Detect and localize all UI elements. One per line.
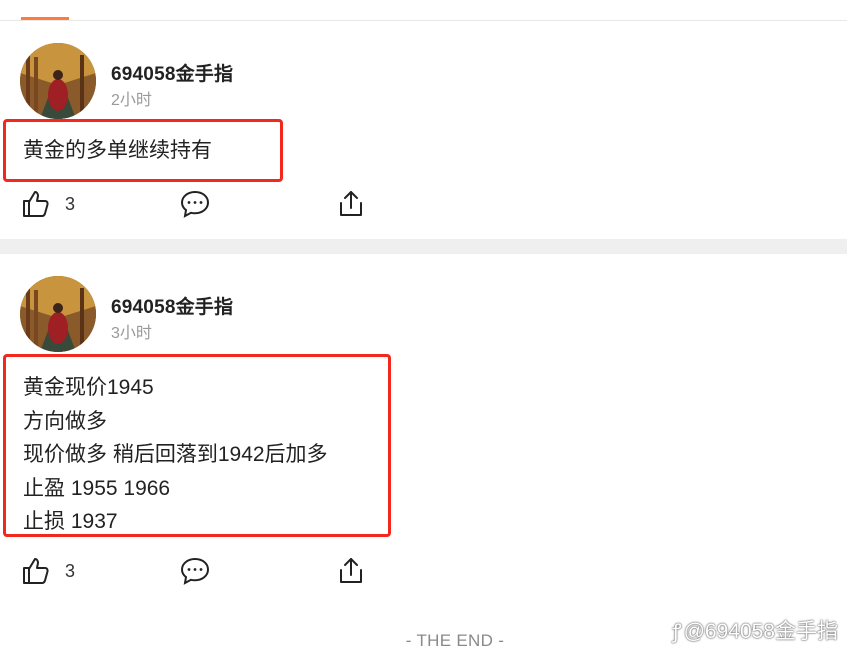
post-content: 黄金现价1945 方向做多 现价做多 稍后回落到1942后加多 止盈 1955 … bbox=[3, 354, 391, 537]
like-count: 3 bbox=[65, 193, 76, 214]
watermark: ꝭ @694058金手指 bbox=[672, 615, 838, 645]
comment-button[interactable] bbox=[179, 554, 211, 588]
username[interactable]: 694058金手指 bbox=[111, 292, 233, 319]
feed-page: 694058金手指 2小时 黄金的多单继续持有 3 694058金手指 3小时 … bbox=[0, 0, 847, 670]
post-content: 黄金的多单继续持有 bbox=[3, 119, 283, 182]
username[interactable]: 694058金手指 bbox=[111, 59, 233, 86]
avatar[interactable] bbox=[20, 276, 96, 352]
like-button[interactable]: 3 bbox=[21, 187, 75, 221]
avatar[interactable] bbox=[20, 43, 96, 119]
content-line: 止盈 1955 1966 bbox=[23, 476, 171, 500]
comment-icon bbox=[179, 556, 211, 586]
content-line: 黄金现价1945 bbox=[23, 376, 154, 399]
like-button[interactable]: 3 bbox=[21, 554, 75, 588]
like-count: 3 bbox=[65, 560, 76, 581]
share-icon bbox=[336, 556, 366, 586]
post-timestamp: 3小时 bbox=[111, 325, 152, 342]
content-line: 方向做多 bbox=[23, 409, 107, 433]
content-line: 现价做多 稍后回落到1942后加多 bbox=[23, 443, 328, 466]
watermark-text: @694058金手指 bbox=[683, 620, 838, 643]
share-button[interactable] bbox=[336, 554, 366, 588]
post-actions: 3 bbox=[0, 554, 847, 588]
feed-post: 694058金手指 2小时 黄金的多单继续持有 3 bbox=[0, 21, 847, 240]
share-icon bbox=[336, 189, 366, 219]
post-timestamp: 2小时 bbox=[111, 92, 152, 109]
post-actions: 3 bbox=[0, 187, 847, 221]
comment-button[interactable] bbox=[179, 187, 211, 221]
thumbs-up-icon bbox=[21, 189, 51, 219]
share-button[interactable] bbox=[336, 187, 366, 221]
weibo-logo-icon: ꝭ bbox=[672, 620, 682, 643]
comment-icon bbox=[179, 189, 211, 219]
feed-post: 694058金手指 3小时 黄金现价1945 方向做多 现价做多 稍后回落到19… bbox=[0, 254, 847, 614]
content-line: 黄金的多单继续持有 bbox=[23, 139, 212, 162]
thumbs-up-icon bbox=[21, 556, 51, 586]
content-line: 止损 1937 bbox=[23, 510, 118, 533]
post-separator bbox=[0, 239, 847, 254]
